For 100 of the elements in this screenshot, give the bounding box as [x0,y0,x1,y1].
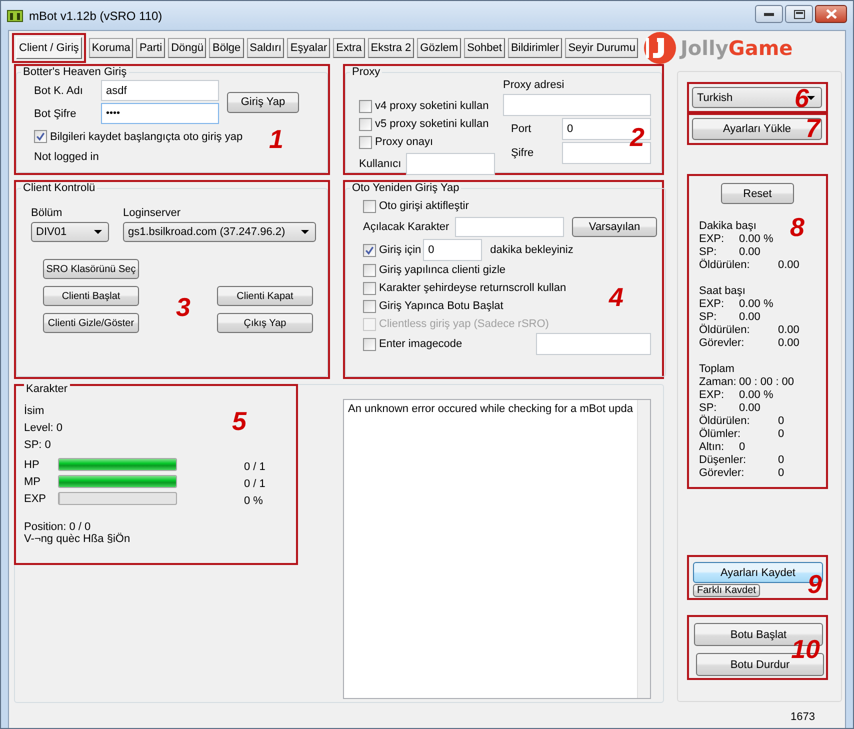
minimize-button[interactable] [755,5,783,23]
stats-heading: Dakika başı [699,220,756,233]
checkbox[interactable] [363,338,376,350]
checkbox[interactable] [363,282,376,294]
checkbox-label: Oto girişi aktifleştir [379,200,469,212]
tab[interactable]: Saldırı [246,38,284,58]
field-label: Port [510,123,532,135]
tab[interactable]: Sohbet [464,38,505,58]
stat-label: SP: [699,311,717,324]
annotation-number: 1 [269,126,284,152]
checkbox[interactable] [363,264,376,276]
minutes-field[interactable]: 0 [423,239,482,261]
caret-icon [301,230,309,234]
status-text: 1673 [790,711,815,723]
field-label: Şifre [510,147,535,159]
stat-label: Altın: [699,441,724,454]
tab[interactable]: Extra [333,38,365,58]
stat-label: EXP: [699,298,724,311]
stats-heading: Toplam [699,363,734,376]
field-label: dakika bekleyiniz [490,244,574,256]
close-button[interactable] [815,5,847,23]
checkbox[interactable] [363,244,376,256]
stats-heading: Saat başı [699,285,746,298]
checkbox-label: Clientless giriş yap (Sadece rSRO) [379,318,549,330]
division-dropdown[interactable]: DIV01 [31,222,109,242]
tab[interactable]: Ekstra 2 [368,38,414,58]
client-button[interactable]: Clienti Kapat [217,286,313,306]
character-region: V-¬ng quèc Hßa §iÖn [24,533,132,545]
character-sp: SP: 0 [24,439,52,451]
log-textbox[interactable]: An unknown error occured while checking for a mBot upda [343,399,651,699]
tab[interactable]: Bölge [209,38,244,58]
client-button[interactable]: Clienti Gizle/Göster [43,313,139,333]
bar-label: HP [24,458,40,470]
stat-value: 00 : 00 : 00 [739,376,794,389]
checkbox[interactable] [359,100,372,112]
group-title: Client Kontrolü [22,182,96,194]
stat-value: 0.00 [739,246,760,258]
stat-label: Düşenler: [699,454,746,467]
checkbox-label: Bilgileri kaydet başlangıçta oto giriş yap [50,130,243,142]
reset-button[interactable]: Reset [721,183,794,204]
tab[interactable]: Gözlem [417,38,462,58]
client-button[interactable]: Çıkış Yap [217,313,313,333]
stat-label: Öldürülen: [699,415,750,428]
checkbox[interactable] [359,118,372,130]
character-name: İsim [24,405,46,417]
default-button[interactable]: Varsayılan [572,217,657,237]
stat-label: EXP: [699,389,724,402]
checkbox[interactable] [363,300,376,312]
logo-icon [643,32,678,64]
client-button[interactable]: SRO Klasörünü Seç [43,259,139,279]
tab[interactable]: Bildirimler [508,38,562,58]
caret-icon [807,96,815,100]
stat-value: 0.00 [778,259,800,272]
tab[interactable]: Parti [136,38,166,58]
imagecode-field[interactable] [536,333,651,355]
tab[interactable]: Seyir Durumu [565,38,638,58]
save-as-button[interactable]: Farklı Kavdet [693,584,760,597]
stat-value: 0.00 % [739,298,774,311]
password-field[interactable]: •••• [101,103,219,124]
window-title: mBot v1.12b (vSRO 110) [29,8,162,22]
character-field[interactable] [455,217,564,237]
login-status: Not logged in [34,151,100,163]
stat-label: Görevler: [699,467,744,480]
field-label: Kullanıcı [359,158,402,170]
stat-label: Ölümler: [699,428,741,441]
checkbox[interactable] [34,130,47,143]
tab[interactable]: Eşyalar [287,38,330,58]
login-button[interactable]: Giriş Yap [227,92,299,112]
proxy-address-field[interactable] [503,94,651,116]
stat-value: 0 [778,454,784,467]
username-field[interactable]: asdf [101,80,219,101]
stat-value: 0.00 % [739,233,774,246]
group-title: Oto Yeniden Giriş Yap [351,182,460,194]
annotation-number: 3 [176,294,190,320]
character-level: Level: 0 [24,422,64,434]
client-button[interactable]: Clienti Başlat [43,286,139,306]
stat-label: Öldürülen: [699,259,750,272]
stat-label: Zaman: [699,376,736,389]
field-label: Bölüm [31,207,64,219]
minimize-icon [764,12,774,16]
annotation-number: 7 [806,115,820,141]
character-position: Position: 0 / 0 [24,521,92,533]
checkbox[interactable] [359,136,372,148]
tab[interactable]: Client / Giriş [16,36,82,58]
app-icon [7,10,23,22]
stat-value: 0.00 % [739,389,774,402]
annotation-number: 6 [794,85,809,111]
checkbox-label: Enter imagecode [379,338,462,350]
user-field[interactable] [406,153,495,175]
maximize-button[interactable] [785,5,813,23]
stat-label: Görevler: [699,337,744,350]
tab[interactable]: Döngü [168,38,206,58]
bar-label: MP [24,476,42,488]
scrollbar[interactable] [636,400,650,698]
field-label: Bot Şifre [34,108,78,120]
loginserver-dropdown[interactable]: gs1.bsilkroad.com (37.247.96.2) [123,222,316,242]
bar-reading: 0 / 1 [244,461,266,473]
close-icon [826,9,836,19]
tab[interactable]: Koruma [88,38,134,58]
checkbox[interactable] [363,200,376,212]
